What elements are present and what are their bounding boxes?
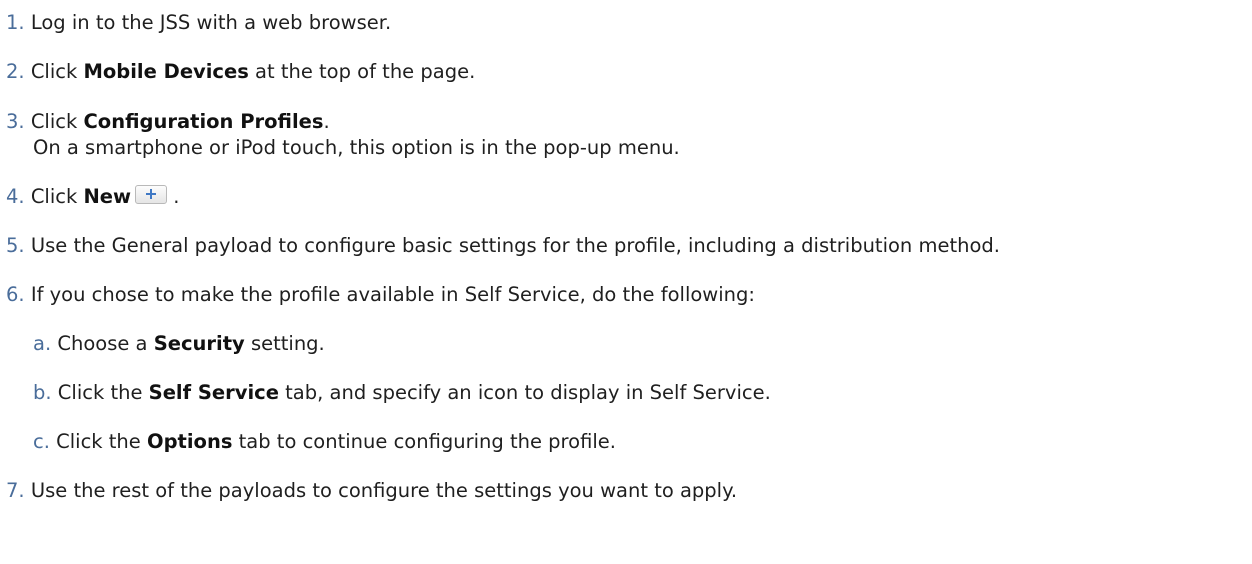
ui-term-configuration-profiles: Configuration Profiles [83, 110, 324, 133]
substep-text-post: tab, and specify an icon to display in S… [278, 381, 771, 404]
step-6: 6. If you chose to make the profile avai… [6, 282, 755, 307]
step-3-continuation: On a smartphone or iPod touch, this opti… [33, 136, 680, 159]
step-number: 6. [6, 283, 25, 306]
substep-text-post: setting. [244, 332, 325, 355]
ui-term-security: Security [153, 332, 245, 355]
substep-text-pre: Click the [57, 381, 149, 404]
step-7: 7. Use the rest of the payloads to confi… [6, 478, 737, 503]
step-text: Use the rest of the payloads to configur… [30, 479, 738, 502]
ui-term-mobile-devices: Mobile Devices [83, 60, 249, 83]
step-text: Use the General payload to configure bas… [30, 234, 1000, 257]
substep-letter: c. [33, 430, 50, 453]
step-3: 3. Click Configuration Profiles. [6, 109, 330, 134]
step-number: 4. [6, 185, 25, 208]
step-text-post: at the top of the page. [248, 60, 476, 83]
step-text: If you chose to make the profile availab… [30, 283, 755, 306]
step-text-pre: Click [30, 110, 84, 133]
step-number: 1. [6, 11, 25, 34]
substep-text-pre: Choose a [57, 332, 154, 355]
substep-a: a. Choose a Security setting. [33, 331, 325, 356]
substep-letter: a. [33, 332, 52, 355]
substep-c: c. Click the Options tab to continue con… [33, 429, 616, 454]
substep-text-post: tab to continue configuring the profile. [232, 430, 616, 453]
substep-letter: b. [33, 381, 52, 404]
substep-b: b. Click the Self Service tab, and speci… [33, 380, 771, 405]
step-number: 7. [6, 479, 25, 502]
step-text-post: . [167, 185, 180, 208]
step-4: 4. Click New . [6, 184, 179, 209]
step-text-pre: Click [30, 60, 84, 83]
ui-term-options: Options [147, 430, 233, 453]
ui-term-self-service: Self Service [148, 381, 279, 404]
step-text-pre: Click [30, 185, 84, 208]
plus-icon [146, 189, 157, 199]
step-text: Log in to the JSS with a web browser. [30, 11, 392, 34]
new-button-image [135, 185, 168, 204]
ui-term-new: New [83, 185, 132, 208]
step-2: 2. Click Mobile Devices at the top of th… [6, 59, 475, 84]
step-1: 1. Log in to the JSS with a web browser. [6, 10, 391, 35]
step-number: 2. [6, 60, 25, 83]
step-5: 5. Use the General payload to configure … [6, 233, 1000, 258]
step-number: 5. [6, 234, 25, 257]
substep-text-pre: Click the [56, 430, 147, 453]
step-text-post: . [323, 110, 330, 133]
step-number: 3. [6, 110, 25, 133]
